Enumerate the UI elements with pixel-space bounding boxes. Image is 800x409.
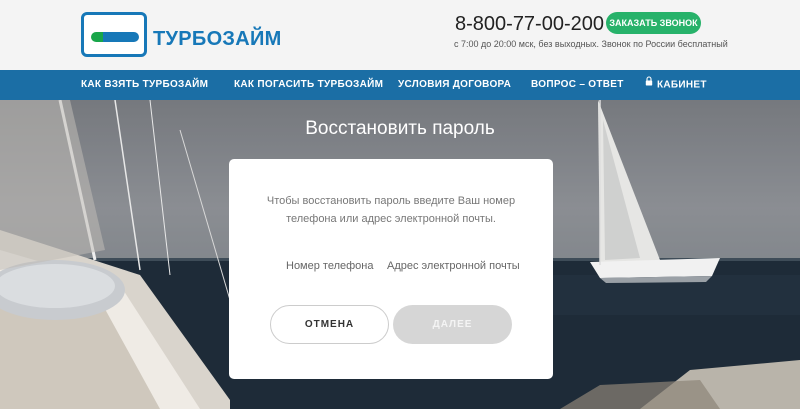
nav-item-faq[interactable]: ВОПРОС – ОТВЕТ <box>531 70 624 100</box>
site-header: ТУРБОЗАЙМ 8-800-77-00-200 ЗАКАЗАТЬ ЗВОНО… <box>0 0 800 70</box>
cancel-button[interactable]: ОТМЕНА <box>270 305 389 344</box>
next-button[interactable]: ДАЛЕЕ <box>393 305 512 344</box>
logo-text: ТУРБОЗАЙМ <box>153 28 282 50</box>
page-title: Восстановить пароль <box>305 118 495 139</box>
restore-password-dialog: Чтобы восстановить пароль введите Ваш но… <box>229 159 553 379</box>
working-hours: с 7:00 до 20:00 мск, без выходных. Звоно… <box>454 39 728 49</box>
phone-option[interactable]: Номер телефона <box>286 260 373 272</box>
logo[interactable]: ТУРБОЗАЙМ <box>81 12 282 57</box>
email-option[interactable]: Адрес электронной почты <box>387 260 520 272</box>
main-nav: КАК ВЗЯТЬ ТУРБОЗАЙМ КАК ПОГАСИТЬ ТУРБОЗА… <box>0 70 800 100</box>
nav-item-cabinet[interactable]: КАБИНЕТ <box>645 70 707 100</box>
nav-item-how-to-repay[interactable]: КАК ПОГАСИТЬ ТУРБОЗАЙМ <box>234 70 383 100</box>
logo-card-icon <box>81 12 147 57</box>
order-call-button[interactable]: ЗАКАЗАТЬ ЗВОНОК <box>606 12 701 34</box>
nav-item-contract-terms[interactable]: УСЛОВИЯ ДОГОВОРА <box>398 70 511 100</box>
nav-item-how-to-get[interactable]: КАК ВЗЯТЬ ТУРБОЗАЙМ <box>81 70 208 100</box>
lock-icon <box>645 69 653 99</box>
dialog-description: Чтобы восстановить пароль введите Ваш но… <box>266 195 516 225</box>
nav-item-cabinet-label: КАБИНЕТ <box>657 79 707 91</box>
phone-number[interactable]: 8-800-77-00-200 <box>455 13 604 36</box>
